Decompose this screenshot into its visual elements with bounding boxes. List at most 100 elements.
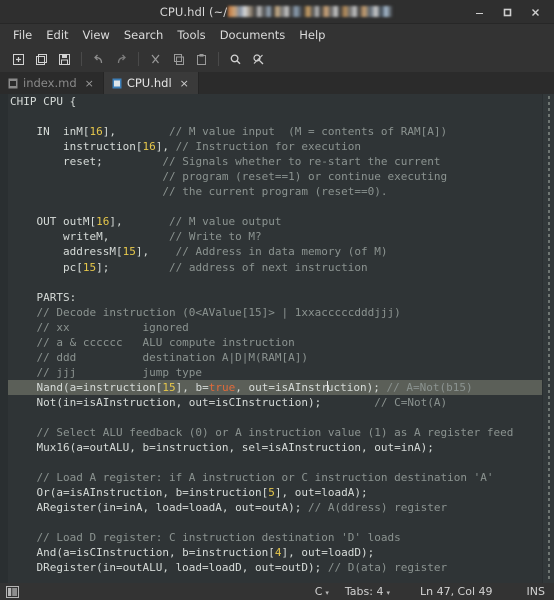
- editor-gutter: [0, 94, 8, 583]
- code-text: addressM[: [10, 245, 123, 259]
- tab-close-icon[interactable]: ×: [180, 77, 189, 90]
- code-line[interactable]: [8, 576, 554, 584]
- find-icon[interactable]: [224, 48, 247, 70]
- code-line[interactable]: [8, 410, 554, 425]
- code-comment: // Signals whether to re-start the curre…: [162, 155, 441, 169]
- close-icon[interactable]: [522, 1, 548, 23]
- code-line[interactable]: IN inM[16], // M value input (M = conten…: [8, 124, 554, 139]
- code-text: Mux16(a=outALU, b=instruction, sel=isAIn…: [10, 441, 434, 455]
- code-text: instruction[: [10, 140, 143, 154]
- toolbar-separator-1: [81, 52, 82, 66]
- code-text: ],: [155, 140, 176, 154]
- toolbar-separator-3: [218, 52, 219, 66]
- code-line[interactable]: Or(a=isAInstruction, b=instruction[5], o…: [8, 485, 554, 500]
- code-line[interactable]: addressM[15], // Address in data memory …: [8, 244, 554, 259]
- toolbar: [0, 46, 554, 72]
- menu-tools[interactable]: Tools: [170, 26, 212, 44]
- code-line[interactable]: // program (reset==1) or continue execut…: [8, 169, 554, 184]
- scrollbar-thumb[interactable]: [543, 94, 554, 583]
- language-selector[interactable]: C ▾: [315, 585, 329, 598]
- code-line[interactable]: // the current program (reset==0).: [8, 184, 554, 199]
- code-number: 5: [268, 486, 275, 500]
- code-line[interactable]: // Load D register: C instruction destin…: [8, 530, 554, 545]
- menu-view[interactable]: View: [76, 26, 117, 44]
- title-bar: CPU.hdl (~/: [0, 0, 554, 24]
- menu-file[interactable]: File: [6, 26, 39, 44]
- code-line[interactable]: // xx ignored: [8, 320, 554, 335]
- code-comment: // M value output: [168, 215, 282, 229]
- code-view[interactable]: CHIP CPU { IN inM[16], // M value input …: [8, 94, 554, 583]
- code-line[interactable]: [8, 199, 554, 214]
- sidebar-toggle-button[interactable]: [6, 585, 19, 598]
- code-text: reset;: [10, 155, 163, 169]
- menu-help[interactable]: Help: [292, 26, 332, 44]
- replace-icon[interactable]: [247, 48, 270, 70]
- open-file-icon[interactable]: [30, 48, 53, 70]
- code-line[interactable]: Mux16(a=outALU, b=instruction, sel=isAIn…: [8, 440, 554, 455]
- code-comment: // ddd destination A|D|M(RAM[A]): [10, 350, 309, 364]
- code-line-current[interactable]: Nand(a=instruction[15], b=true, out=isAI…: [8, 379, 554, 395]
- code-comment: // A=Not(b15): [386, 380, 473, 394]
- hdl-file-icon: [112, 78, 122, 88]
- tab-width-selector[interactable]: Tabs: 4 ▾: [345, 585, 390, 598]
- editor-scrollbar[interactable]: [542, 94, 554, 583]
- redo-icon[interactable]: [110, 48, 133, 70]
- code-text: Or(a=isAInstruction, b=instruction[: [10, 486, 269, 500]
- code-line[interactable]: // a & cccccc ALU compute instruction: [8, 335, 554, 350]
- tab-label: index.md: [23, 76, 77, 90]
- code-line[interactable]: // Decode instruction (0<AValue[15]> | 1…: [8, 305, 554, 320]
- undo-icon[interactable]: [87, 48, 110, 70]
- code-text: ], out=loadA);: [274, 486, 368, 500]
- code-text: ],: [135, 245, 176, 259]
- menu-documents[interactable]: Documents: [213, 26, 293, 44]
- cut-icon[interactable]: [144, 48, 167, 70]
- code-line[interactable]: And(a=isCInstruction, b=instruction[4], …: [8, 545, 554, 560]
- code-line[interactable]: OUT outM[16], // M value output: [8, 214, 554, 229]
- tab-close-icon[interactable]: ×: [85, 77, 94, 90]
- code-text: And(a=isCInstruction, b=instruction[: [10, 546, 275, 560]
- code-line[interactable]: // ddd destination A|D|M(RAM[A]): [8, 350, 554, 365]
- code-comment: // C=Not(A): [374, 395, 448, 409]
- code-line[interactable]: [8, 109, 554, 124]
- code-line[interactable]: [8, 275, 554, 290]
- menu-edit[interactable]: Edit: [39, 26, 75, 44]
- code-text: writeM,: [10, 230, 169, 244]
- code-line[interactable]: pc[15]; // address of next instruction: [8, 260, 554, 275]
- markdown-file-icon: [8, 78, 18, 88]
- editor-window: CPU.hdl (~/ File Edit View Search Tools …: [0, 0, 554, 600]
- code-line[interactable]: // Select ALU feedback (0) or A instruct…: [8, 425, 554, 440]
- code-line[interactable]: Not(in=isAInstruction, out=isCInstructio…: [8, 395, 554, 410]
- editor-area[interactable]: CHIP CPU { IN inM[16], // M value input …: [0, 94, 554, 583]
- save-file-icon[interactable]: [53, 48, 76, 70]
- copy-icon[interactable]: [167, 48, 190, 70]
- code-line[interactable]: reset; // Signals whether to re-start th…: [8, 154, 554, 169]
- code-text: IN inM[: [10, 125, 90, 139]
- code-line[interactable]: // Load A register: if A instruction or …: [8, 470, 554, 485]
- maximize-icon[interactable]: [494, 1, 520, 23]
- new-file-icon[interactable]: [7, 48, 30, 70]
- minimize-icon[interactable]: [466, 1, 492, 23]
- menu-search[interactable]: Search: [117, 26, 171, 44]
- code-line[interactable]: [8, 515, 554, 530]
- tab-cpu-hdl[interactable]: CPU.hdl ×: [103, 72, 199, 94]
- tab-index-md[interactable]: index.md ×: [0, 72, 104, 94]
- code-line[interactable]: writeM, // Write to M?: [8, 229, 554, 244]
- paste-icon[interactable]: [190, 48, 213, 70]
- code-text: PARTS:: [10, 290, 77, 304]
- code-line[interactable]: PARTS:: [8, 290, 554, 305]
- code-line[interactable]: ARegister(in=inA, load=loadA, out=outA);…: [8, 500, 554, 515]
- code-line[interactable]: instruction[16], // Instruction for exec…: [8, 139, 554, 154]
- code-line[interactable]: // jjj jump type: [8, 365, 554, 380]
- code-number: 16: [96, 215, 110, 229]
- code-text: CHIP CPU {: [10, 95, 77, 108]
- code-text: ],: [109, 215, 169, 229]
- code-text: uction);: [326, 380, 387, 394]
- code-comment: // jjj jump type: [10, 365, 203, 379]
- code-comment: // Select ALU feedback (0) or A instruct…: [10, 426, 514, 440]
- code-comment: // a & cccccc ALU compute instruction: [10, 335, 295, 349]
- code-line[interactable]: DRegister(in=outALU, load=loadD, out=out…: [8, 560, 554, 575]
- code-line[interactable]: CHIP CPU {: [8, 94, 554, 109]
- code-line[interactable]: [8, 455, 554, 470]
